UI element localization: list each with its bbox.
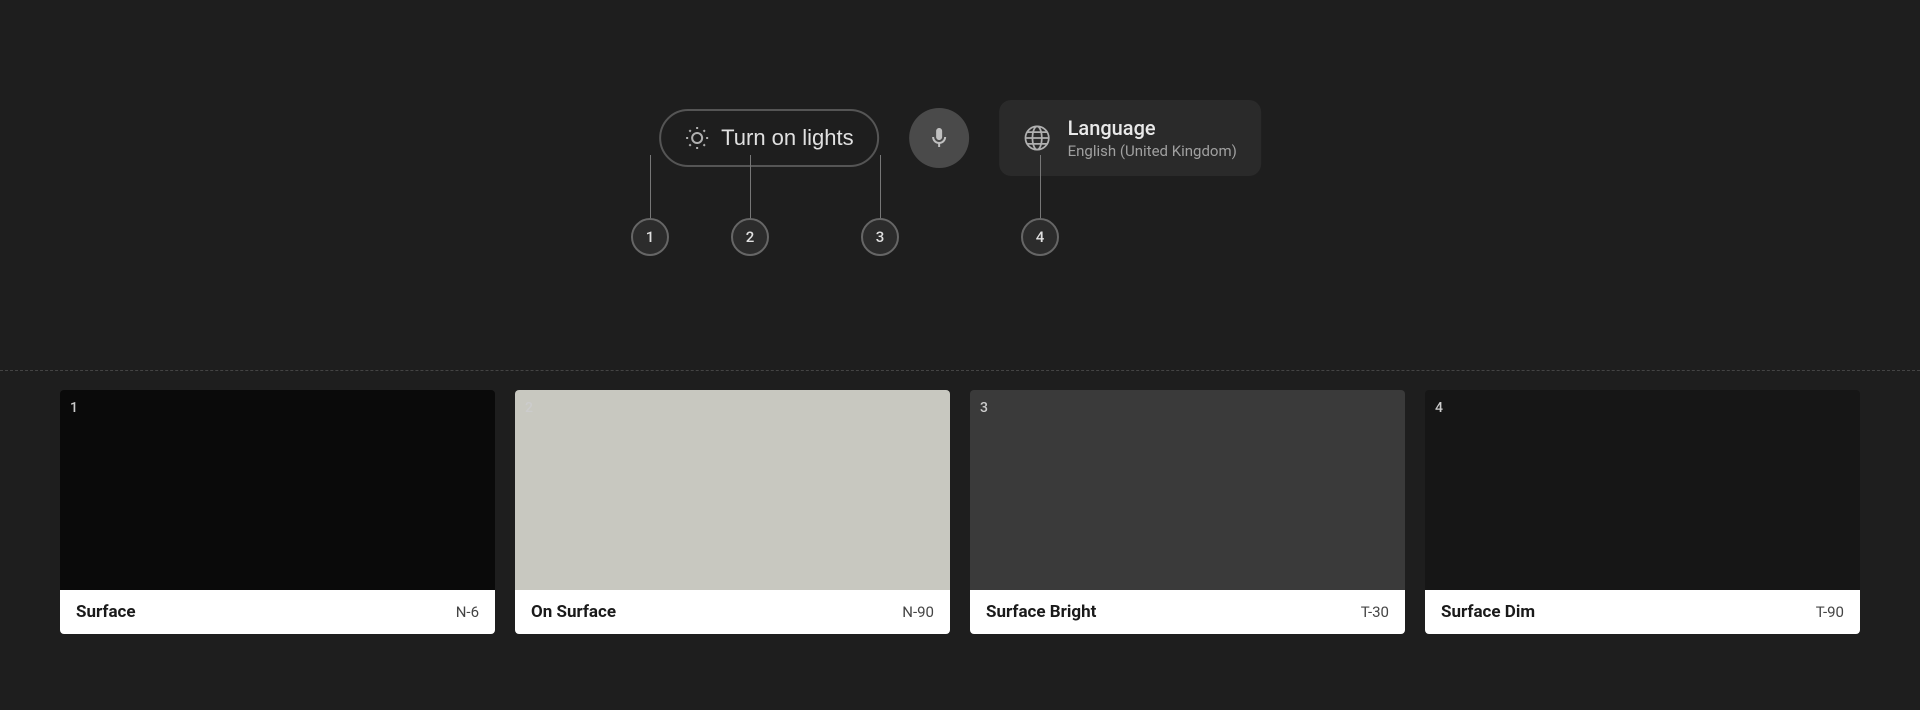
swatch-number-2: 2 <box>525 400 533 416</box>
swatch-color-3 <box>970 390 1405 590</box>
swatch-card-4: 4 Surface Dim T-90 <box>1425 390 1860 634</box>
globe-icon <box>1024 124 1052 152</box>
annotation-line-2 <box>750 155 751 220</box>
swatch-label-3: Surface Bright T-30 <box>970 590 1405 634</box>
turn-on-lights-label: Turn on lights <box>721 125 853 151</box>
swatch-number-4: 4 <box>1435 400 1443 416</box>
swatch-name-4: Surface Dim <box>1441 602 1535 622</box>
swatch-label-2: On Surface N-90 <box>515 590 950 634</box>
swatch-card-2: 2 On Surface N-90 <box>515 390 950 634</box>
annotation-dot-2: 2 <box>731 218 769 256</box>
mic-button[interactable] <box>910 108 970 168</box>
swatch-code-4: T-90 <box>1816 603 1844 621</box>
section-divider <box>0 370 1920 371</box>
swatch-code-3: T-30 <box>1361 603 1389 621</box>
annotation-dot-4: 4 <box>1021 218 1059 256</box>
annotation-line-1 <box>650 155 651 220</box>
swatch-number-1: 1 <box>70 400 78 416</box>
swatch-label-1: Surface N-6 <box>60 590 495 634</box>
turn-on-lights-button[interactable]: Turn on lights <box>659 109 879 167</box>
language-text: Language English (United Kingdom) <box>1068 116 1237 160</box>
swatch-name-3: Surface Bright <box>986 602 1096 622</box>
top-section: Turn on lights Language English (United … <box>0 0 1920 370</box>
mic-icon <box>928 126 952 150</box>
swatch-number-3: 3 <box>980 400 988 416</box>
annotation-dot-1: 1 <box>631 218 669 256</box>
swatch-label-4: Surface Dim T-90 <box>1425 590 1860 634</box>
language-title: Language <box>1068 116 1237 140</box>
swatch-card-1: 1 Surface N-6 <box>60 390 495 634</box>
swatch-color-2 <box>515 390 950 590</box>
sun-icon <box>685 126 709 150</box>
swatch-code-1: N-6 <box>456 603 479 621</box>
annotation-line-4 <box>1040 155 1041 220</box>
swatch-color-1 <box>60 390 495 590</box>
language-card: Language English (United Kingdom) <box>1000 100 1261 176</box>
swatch-card-3: 3 Surface Bright T-30 <box>970 390 1405 634</box>
annotation-dot-3: 3 <box>861 218 899 256</box>
swatch-color-4 <box>1425 390 1860 590</box>
swatch-code-2: N-90 <box>902 603 934 621</box>
annotation-line-3 <box>880 155 881 220</box>
swatches-section: 1 Surface N-6 2 On Surface N-90 3 Surfac… <box>0 390 1920 634</box>
swatch-name-1: Surface <box>76 602 136 622</box>
swatch-name-2: On Surface <box>531 602 616 622</box>
language-subtitle: English (United Kingdom) <box>1068 142 1237 160</box>
